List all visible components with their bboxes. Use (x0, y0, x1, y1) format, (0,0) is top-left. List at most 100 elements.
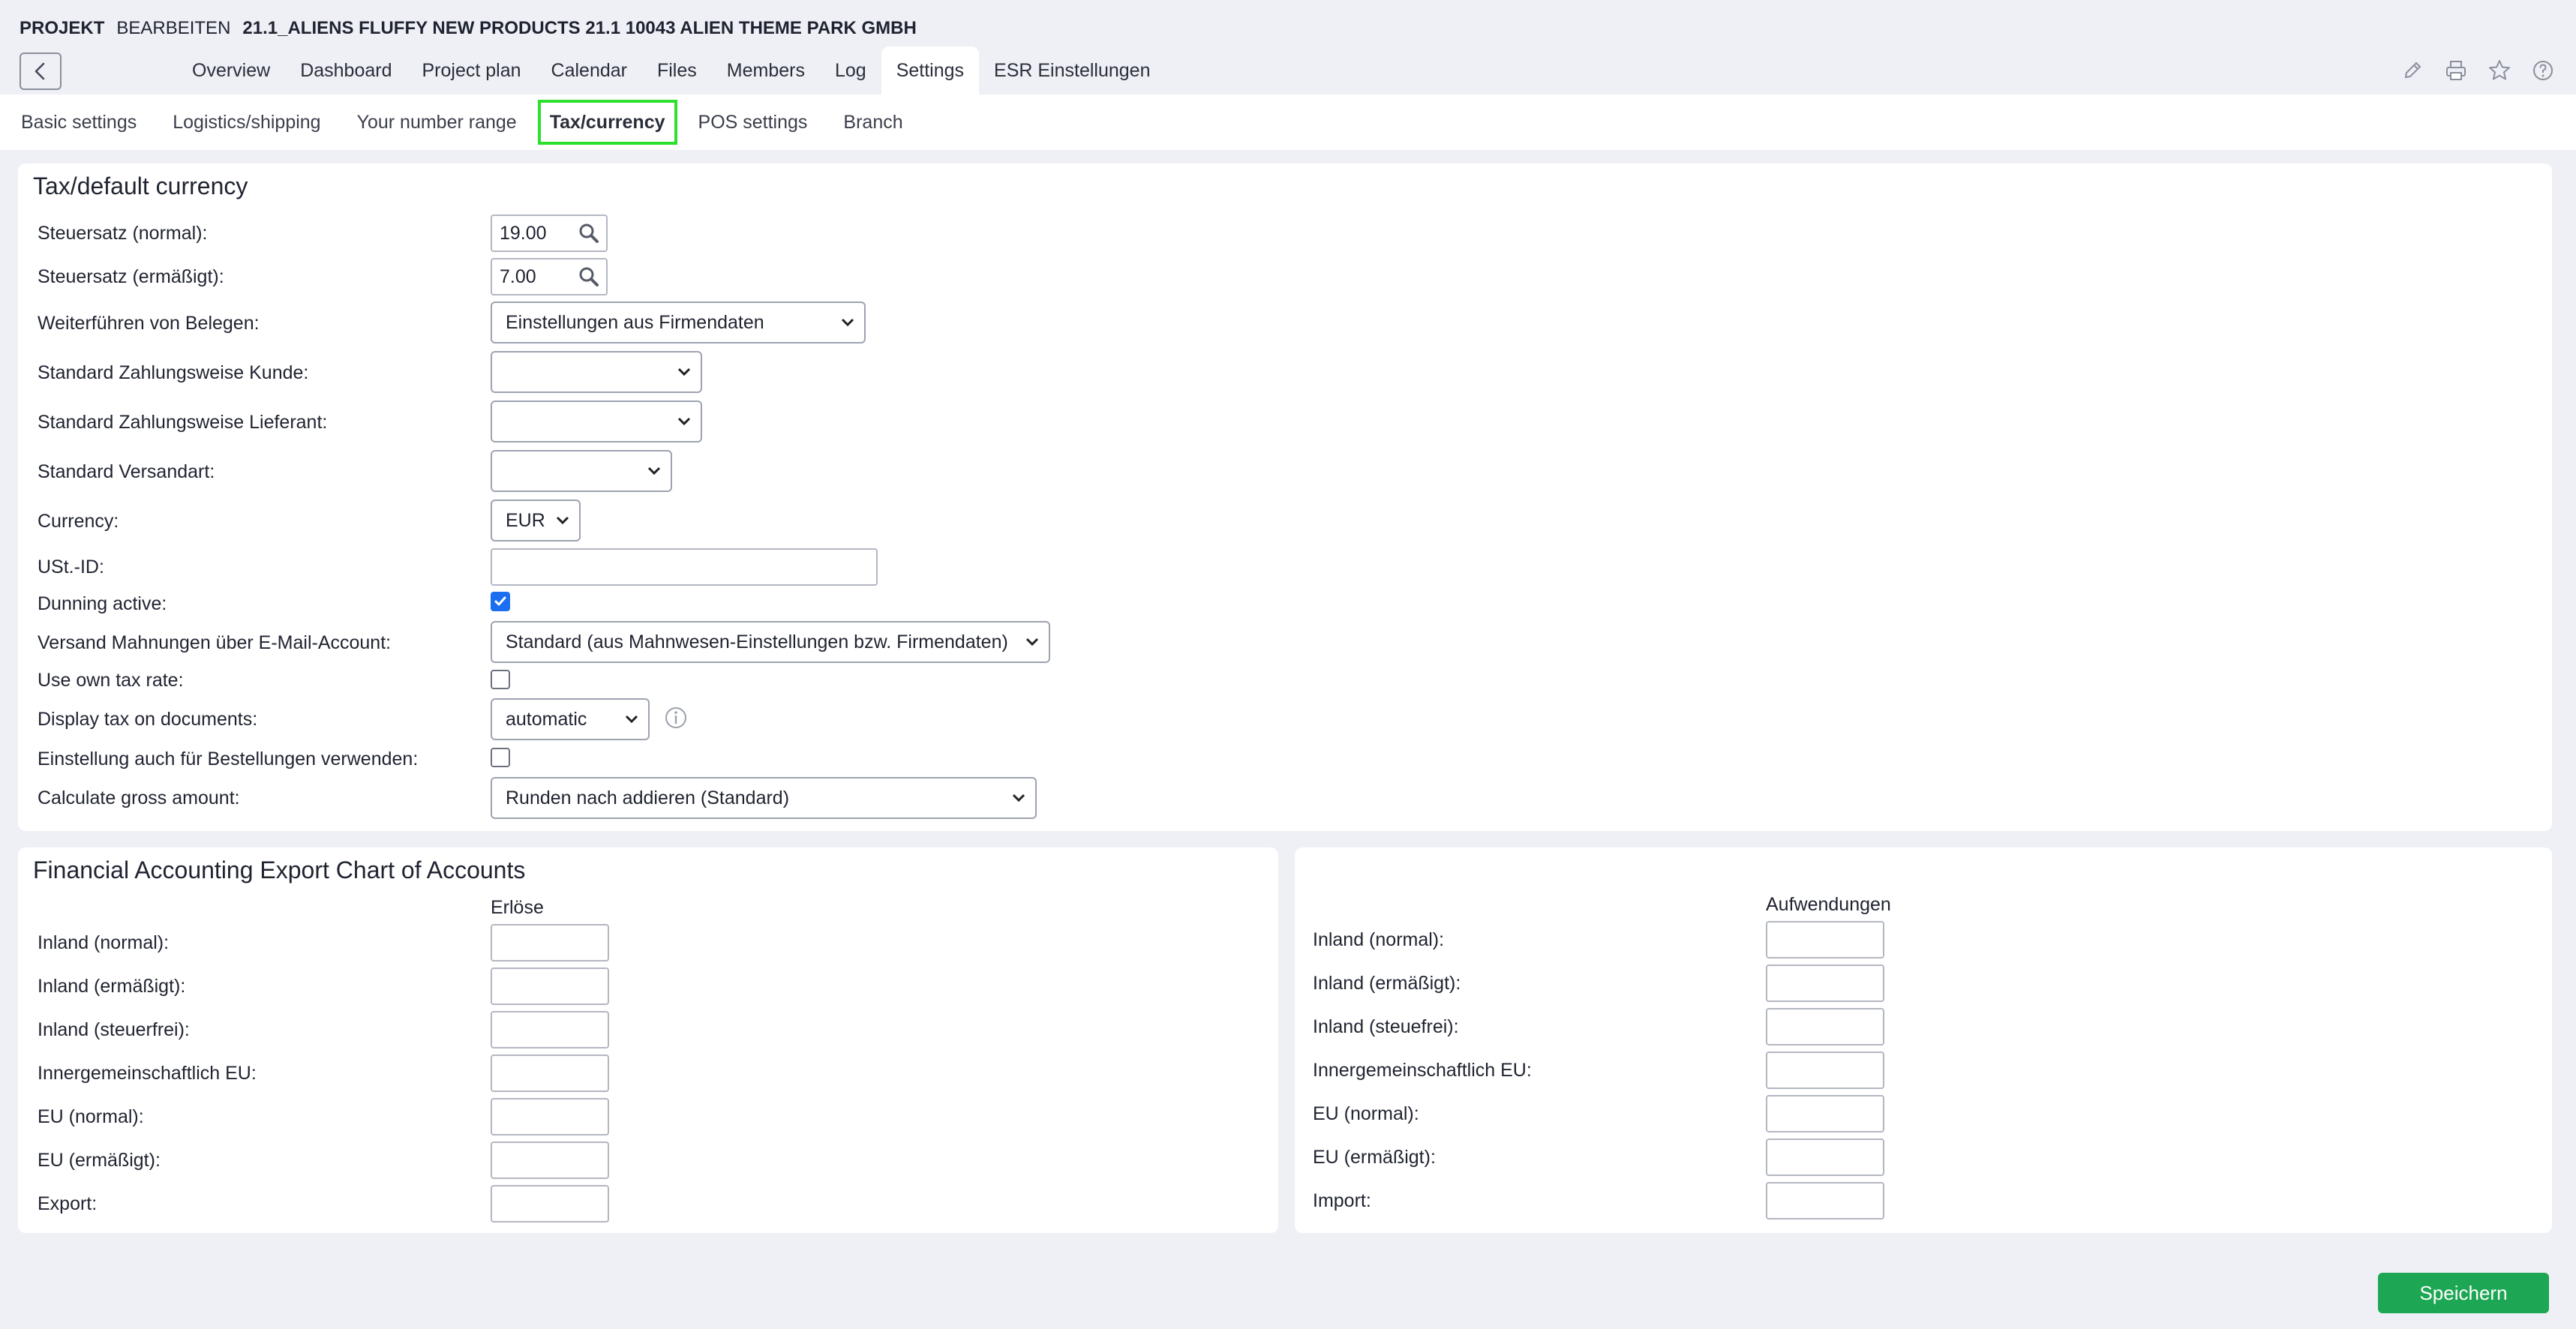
vat-id-input[interactable] (491, 548, 878, 586)
print-icon[interactable] (2442, 57, 2469, 84)
expense-account-input[interactable] (1766, 1052, 1884, 1089)
checkmark-icon (494, 596, 506, 606)
field-label: Standard Zahlungsweise Kunde: (38, 362, 309, 383)
tab-log[interactable]: Log (820, 46, 881, 94)
revenue-account-input[interactable] (491, 1011, 609, 1048)
expense-row-label: Inland (normal): (1313, 928, 1445, 950)
revenue-row-label: Inland (steuerfrei): (38, 1018, 190, 1040)
expense-account-input[interactable] (1766, 921, 1884, 958)
panel-title: Financial Accounting Export Chart of Acc… (33, 856, 526, 884)
back-button[interactable] (20, 52, 62, 90)
field-label: Calculate gross amount: (38, 787, 240, 808)
subtab-pos-settings[interactable]: POS settings (683, 100, 823, 145)
revenue-account-input[interactable] (491, 924, 609, 962)
star-icon[interactable] (2486, 57, 2513, 84)
tab-settings[interactable]: Settings (881, 46, 980, 94)
gross-amount-select[interactable]: Runden nach addieren (Standard) (491, 777, 1037, 819)
project-name: 21.1_ALIENS FLUFFY NEW PRODUCTS 21.1 100… (242, 18, 917, 38)
field-label: Currency: (38, 510, 119, 532)
revenue-row-label: EU (normal): (38, 1106, 144, 1127)
revenue-accounts-panel: Financial Accounting Export Chart of Acc… (18, 848, 1278, 1233)
revenue-row-label: Innergemeinschaftlich EU: (38, 1062, 257, 1084)
tax-rate-normal-value: 19.00 (500, 222, 547, 244)
payment-method-customer-select[interactable] (491, 351, 702, 393)
page-title: PROJEKT BEARBEITEN 21.1_ALIENS FLUFFY NE… (20, 14, 917, 44)
save-button[interactable]: Speichern (2378, 1273, 2549, 1313)
tab-members[interactable]: Members (712, 46, 820, 94)
tax-rate-reduced-value: 7.00 (500, 266, 536, 287)
expense-accounts-panel (1295, 848, 2552, 1233)
tab-esr-einstellungen[interactable]: ESR Einstellungen (979, 46, 1165, 94)
edit-icon[interactable] (2399, 57, 2426, 84)
info-icon[interactable] (664, 706, 688, 734)
subtab-basic-settings[interactable]: Basic settings (6, 100, 152, 145)
field-label: Dunning active: (38, 592, 167, 614)
panel-title: Tax/default currency (33, 172, 248, 200)
field-label: Standard Zahlungsweise Lieferant: (38, 411, 328, 433)
currency-select[interactable]: EUR (491, 500, 581, 542)
select-value: automatic (506, 708, 587, 730)
display-tax-select[interactable]: automatic (491, 698, 650, 740)
field-label: Steuersatz (ermäßigt): (38, 266, 224, 287)
chevron-down-icon (554, 512, 572, 530)
expense-account-input[interactable] (1766, 1095, 1884, 1132)
subtab-logistics-shipping[interactable]: Logistics/shipping (158, 100, 335, 145)
field-label: Weiterführen von Belegen: (38, 312, 260, 334)
revenue-account-input[interactable] (491, 1054, 609, 1092)
dunning-active-checkbox[interactable] (491, 592, 510, 611)
subtab-branch[interactable]: Branch (828, 100, 917, 145)
field-label: Einstellung auch für Bestellungen verwen… (38, 748, 419, 770)
module-label: PROJEKT (20, 18, 105, 38)
tab-dashboard[interactable]: Dashboard (285, 46, 407, 94)
help-icon[interactable] (2529, 57, 2556, 84)
chevron-down-icon (675, 363, 693, 381)
revenue-account-input[interactable] (491, 1142, 609, 1179)
tab-calendar[interactable]: Calendar (536, 46, 642, 94)
chevron-down-icon (839, 314, 857, 332)
revenue-row-label: Inland (normal): (38, 932, 170, 953)
tab-overview[interactable]: Overview (177, 46, 285, 94)
search-icon[interactable] (572, 223, 606, 244)
chevron-down-icon (675, 412, 693, 430)
revenue-account-input[interactable] (491, 1098, 609, 1136)
tab-files[interactable]: Files (642, 46, 712, 94)
expense-row-label: Innergemeinschaftlich EU: (1313, 1059, 1532, 1081)
revenue-account-input[interactable] (491, 1185, 609, 1222)
expense-column-header: Aufwendungen (1766, 894, 1891, 915)
search-icon[interactable] (572, 266, 606, 287)
use-for-orders-checkbox[interactable] (491, 748, 510, 767)
payment-method-supplier-select[interactable] (491, 400, 702, 442)
tax-currency-panel: Tax/default currency (18, 164, 2552, 831)
field-label: Versand Mahnungen über E-Mail-Account: (38, 632, 392, 653)
tax-rate-reduced-input[interactable]: 7.00 (491, 258, 608, 296)
subtab-number-range[interactable]: Your number range (342, 100, 532, 145)
tab-project-plan[interactable]: Project plan (407, 46, 536, 94)
expense-row-label: EU (normal): (1313, 1102, 1419, 1124)
chevron-down-icon (1010, 789, 1028, 807)
revenue-account-input[interactable] (491, 968, 609, 1005)
subtab-tax-currency[interactable]: Tax/currency (537, 100, 677, 145)
expense-account-input[interactable] (1766, 1182, 1884, 1220)
dunning-email-account-select[interactable]: Standard (aus Mahnwesen-Einstellungen bz… (491, 621, 1050, 663)
expense-account-input[interactable] (1766, 1138, 1884, 1176)
tax-rate-normal-input[interactable]: 19.00 (491, 214, 608, 252)
field-label: Steuersatz (normal): (38, 222, 208, 244)
expense-account-input[interactable] (1766, 1008, 1884, 1046)
field-label: Use own tax rate: (38, 669, 184, 691)
expense-account-input[interactable] (1766, 964, 1884, 1002)
select-value: Standard (aus Mahnwesen-Einstellungen bz… (506, 631, 1008, 652)
main-nav: Overview Dashboard Project plan Calendar… (177, 46, 1166, 94)
shipping-method-select[interactable] (491, 450, 672, 492)
select-value: EUR (506, 509, 545, 531)
own-tax-rate-checkbox[interactable] (491, 670, 510, 689)
revenue-row-label: Inland (ermäßigt): (38, 975, 186, 997)
revenue-column-header: Erlöse (491, 897, 544, 918)
expense-row-label: EU (ermäßigt): (1313, 1146, 1436, 1168)
header-actions (2399, 57, 2556, 84)
revenue-row-label: Export: (38, 1192, 98, 1214)
field-label: Display tax on documents: (38, 708, 258, 730)
chevron-left-icon (35, 62, 45, 80)
select-value: Einstellungen aus Firmendaten (506, 311, 764, 333)
expense-row-label: Inland (ermäßigt): (1313, 972, 1461, 994)
weiterfuehren-select[interactable]: Einstellungen aus Firmendaten (491, 302, 866, 344)
